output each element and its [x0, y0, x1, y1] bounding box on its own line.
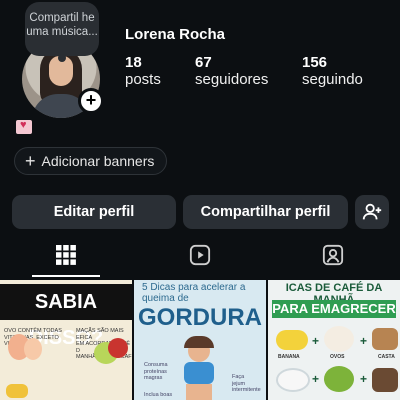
post-3-label-eggs: OVOS [330, 354, 345, 360]
post-1-headline: SABIA DISSO? [0, 284, 132, 349]
add-story-icon[interactable]: + [78, 88, 104, 114]
post-3-label-nuts: CASTA [378, 354, 395, 360]
fruit-image [6, 384, 28, 398]
grid-icon [56, 245, 76, 265]
tab-tagged[interactable] [313, 240, 353, 270]
post-3-subtitle: PARA EMAGRECER [272, 300, 396, 318]
post-2-text-right: Faça jejum intermitente [232, 374, 261, 393]
stat-following-count: 156 [302, 54, 328, 71]
stat-posts-label: posts [125, 71, 161, 88]
edit-profile-button[interactable]: Editar perfil [12, 195, 176, 229]
post-2-text-left: Consuma proteínas magras [144, 362, 168, 381]
tab-reels[interactable] [180, 240, 220, 270]
yogurt-image [276, 368, 310, 392]
granola-image [372, 368, 398, 392]
post-2-text-bottom: Inclua boas [144, 392, 173, 398]
tab-posts-grid[interactable] [46, 240, 86, 270]
discover-people-button[interactable] [355, 195, 389, 229]
post-thumbnail-2[interactable]: 5 Dicas para acelerar a queima de GORDUR… [134, 280, 266, 400]
eggs-image [324, 326, 354, 352]
stat-following[interactable]: 156 seguindo [302, 54, 363, 88]
nuts-image [372, 328, 398, 350]
stat-posts[interactable]: 18 posts [125, 54, 161, 88]
post-2-headline: GORDURA [138, 304, 262, 331]
tagged-icon [322, 244, 344, 266]
stat-followers[interactable]: 67 seguidores [195, 54, 268, 88]
add-banners-button[interactable]: + Adicionar banners [14, 147, 167, 175]
note-bubble-tail [58, 54, 66, 62]
plus-icon: + [25, 151, 36, 171]
post-3-label-banana: BANANA [278, 354, 300, 360]
note-bubble[interactable]: Compartil he uma música... [25, 2, 99, 56]
woman-top-image [184, 362, 214, 384]
post-thumbnail-1[interactable]: SABIA DISSO? OVO CONTÊM TODASVITAMINAS, … [0, 280, 132, 400]
post-2-title: 5 Dicas para acelerar a queima de [142, 282, 246, 304]
stat-posts-count: 18 [125, 54, 142, 71]
stat-followers-label: seguidores [195, 71, 269, 88]
woman-waist-image [186, 384, 212, 400]
banana-image [276, 330, 308, 350]
stat-followers-count: 67 [195, 54, 212, 71]
kiwi-image [324, 366, 354, 392]
woman-hair-image [184, 336, 214, 348]
post-thumbnail-3[interactable]: ICAS DE CAFÉ DA MANHÃ PARA EMAGRECER + +… [268, 280, 400, 400]
add-banners-label: Adicionar banners [41, 153, 155, 169]
stat-following-label: seguindo [302, 71, 363, 88]
add-person-icon [362, 203, 382, 220]
active-tab-indicator [32, 275, 100, 277]
bio-heart-emoji-icon [16, 119, 32, 134]
profile-username: Lorena Rocha [125, 26, 226, 43]
share-profile-button[interactable]: Compartilhar perfil [183, 195, 348, 229]
reels-icon [189, 244, 211, 266]
apple-image-2 [108, 338, 128, 358]
egg-image-2 [24, 338, 42, 360]
